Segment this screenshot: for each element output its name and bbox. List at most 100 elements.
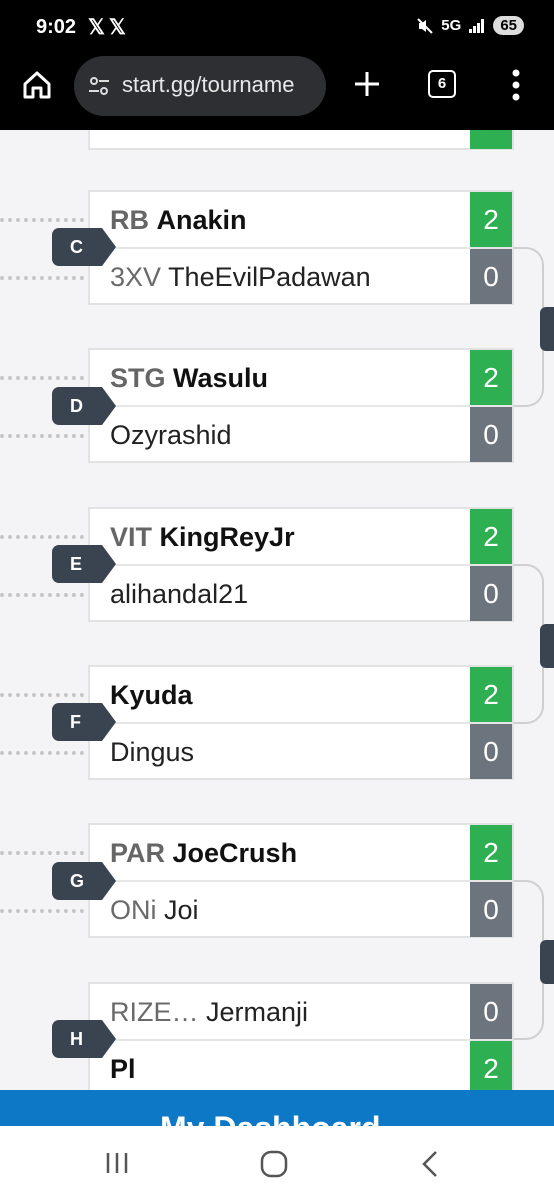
sponsor-tag: 3XV [110,262,162,292]
player-row[interactable]: STG Wasulu 2 [90,350,512,407]
match-label: D [52,387,116,425]
bracket-line [0,276,84,280]
sponsor-tag: RIZE… [110,997,199,1027]
status-bar: 9:02 𝕏𝕏 5G 65 [0,0,554,54]
my-dashboard-button[interactable]: My Dashboard [0,1090,554,1128]
next-round-card[interactable] [540,940,554,984]
player-name: STG Wasulu [110,363,268,394]
gamer-tag: alihandal21 [110,579,249,609]
browser-toolbar: start.gg/tourname 6 [0,54,554,130]
match-label: E [52,545,116,583]
score-box: 2 [470,667,512,722]
player-row[interactable]: RIZE… Jermanji 0 [90,984,512,1041]
gamer-tag: Anakin [156,205,247,235]
gamer-tag: JoeCrush [172,838,298,868]
bracket-line [0,751,84,755]
url-text: start.gg/tourname [122,72,295,97]
bracket-line [0,376,84,380]
next-round-card[interactable] [540,624,554,668]
score-box [470,130,512,149]
match-card-g[interactable]: PAR JoeCrush 2 ONi Joi 0 [88,823,514,938]
match-card-d[interactable]: STG Wasulu 2 Ozyrashid 0 [88,348,514,463]
player-row[interactable]: RB Anakin 2 [90,192,512,249]
player-row[interactable]: Pl 2 [90,1041,512,1090]
gamer-tag: KingReyJr [159,522,295,552]
match-label: C [52,228,116,266]
gamer-tag: Joi [164,895,199,925]
match-label: G [52,862,116,900]
player-row[interactable]: VIT KingReyJr 2 [90,509,512,566]
score-box: 2 [470,192,512,247]
bracket-view[interactable]: RB Anakin 2 3XV TheEvilPadawan 0 C STG W… [0,130,554,1090]
score-box: 0 [470,724,512,779]
mute-icon [417,17,434,34]
bracket-line [0,593,84,597]
player-name: 3XV TheEvilPadawan [110,262,371,293]
player-row[interactable]: 3XV TheEvilPadawan 0 [90,249,512,304]
bracket-line [0,909,84,913]
player-name: VIT KingReyJr [110,522,295,553]
score-box: 2 [470,825,512,880]
signal-icon [469,18,485,33]
player-row[interactable]: Ozyrashid 0 [90,407,512,462]
match-card-c[interactable]: RB Anakin 2 3XV TheEvilPadawan 0 [88,190,514,305]
score-box: 0 [470,249,512,304]
more-menu-icon[interactable] [510,68,522,102]
player-row[interactable]: PAR JoeCrush 2 [90,825,512,882]
sponsor-tag: ONi [110,895,157,925]
player-name: RB Anakin [110,205,247,236]
player-name: Kyuda [110,680,193,711]
gamer-tag: Dingus [110,737,195,767]
home-icon[interactable] [22,70,52,100]
player-name: Dingus [110,737,194,768]
score-box: 2 [470,509,512,564]
sponsor-tag: STG [110,363,166,393]
player-row[interactable]: Dingus 0 [90,724,512,779]
status-icons: 5G 65 [417,16,524,35]
score-box: 0 [470,407,512,462]
network-type: 5G [441,17,462,34]
bracket-line [0,218,84,222]
score-box: 0 [470,882,512,937]
player-name: PAR JoeCrush [110,838,297,869]
bracket-line [0,535,84,539]
sponsor-tag: PAR [110,838,166,868]
player-row[interactable]: ONi Joi 0 [90,882,512,937]
next-round-card[interactable] [540,307,554,351]
tab-switcher-button[interactable]: 6 [428,70,456,98]
new-tab-icon[interactable] [352,69,382,99]
player-name: alihandal21 [110,579,248,610]
bracket-line [0,851,84,855]
match-label: H [52,1020,116,1058]
player-row[interactable]: alihandal21 0 [90,566,512,621]
gamer-tag: Kyuda [110,680,193,710]
gamer-tag: Jermanji [206,997,309,1027]
match-card-partial[interactable] [88,130,514,150]
gamer-tag: Wasulu [173,363,269,393]
home-nav-icon[interactable] [260,1150,288,1178]
score-box: 0 [470,984,512,1039]
clock: 9:02 [36,16,77,38]
bracket-line [0,434,84,438]
score-box: 2 [470,350,512,405]
match-card-f[interactable]: Kyuda 2 Dingus 0 [88,665,514,780]
player-name: RIZE… Jermanji [110,997,308,1028]
match-label: F [52,703,116,741]
back-icon[interactable] [418,1150,442,1178]
player-name: Pl [110,1054,136,1085]
site-settings-icon[interactable] [88,76,110,96]
battery-icon: 65 [493,16,524,35]
sponsor-tag: VIT [110,522,153,552]
bracket-line [0,693,84,697]
player-row[interactable]: Kyuda 2 [90,667,512,724]
system-navigation-bar [0,1126,554,1200]
x-app-notification-icons: 𝕏𝕏 [88,16,130,39]
player-name: Ozyrashid [110,420,232,451]
match-card-h[interactable]: RIZE… Jermanji 0 Pl 2 [88,982,514,1090]
gamer-tag: Ozyrashid [110,420,232,450]
score-box: 0 [470,566,512,621]
address-bar[interactable]: start.gg/tourname [74,56,326,116]
player-name: ONi Joi [110,895,199,926]
recent-apps-icon[interactable] [104,1150,130,1176]
match-card-e[interactable]: VIT KingReyJr 2 alihandal21 0 [88,507,514,622]
